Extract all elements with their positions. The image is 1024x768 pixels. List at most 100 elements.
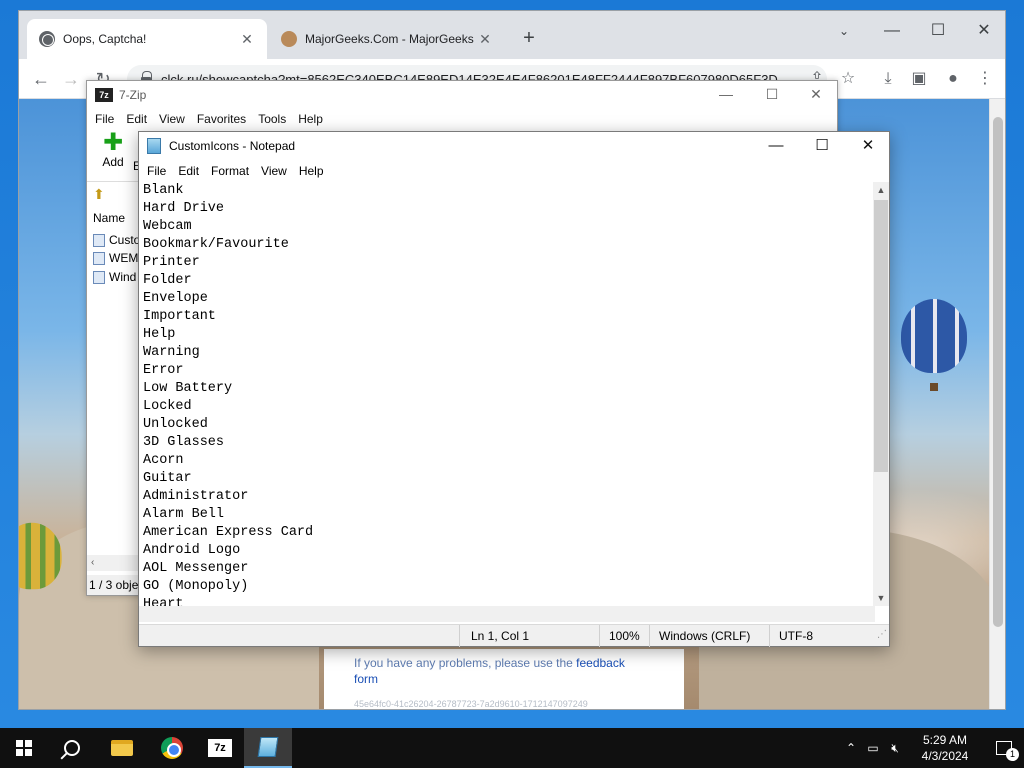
folder-up-icon[interactable]: ⬆ (93, 186, 105, 203)
text-line: Alarm Bell (143, 507, 225, 522)
clock[interactable]: 5:29 AM 4/3/2024 (906, 732, 984, 764)
minimize-button[interactable]: — (869, 17, 915, 45)
menu-file[interactable]: File (141, 164, 172, 178)
tab-title: Oops, Captcha! (63, 32, 147, 46)
folder-icon (111, 740, 133, 756)
text-line: Administrator (143, 489, 249, 504)
notepad-window: CustomIcons - Notepad — ☐ ✕ File Edit Fo… (138, 131, 890, 647)
menu-help[interactable]: Help (292, 112, 329, 126)
menu-edit[interactable]: Edit (172, 164, 205, 178)
maximize-button[interactable]: ☐ (749, 81, 795, 109)
text-line: Unlocked (143, 417, 208, 432)
line-ending: Windows (CRLF) (659, 629, 751, 643)
column-header-name[interactable]: Name (93, 211, 125, 225)
horizontal-scrollbar[interactable]: ‹ (87, 555, 139, 571)
sevenzip-menubar: File Edit View Favorites Tools Help (87, 109, 837, 129)
file-icon (93, 251, 105, 265)
scroll-down-icon[interactable]: ▼ (873, 590, 889, 606)
notification-button[interactable]: 1 (984, 741, 1024, 761)
scroll-up-icon[interactable]: ▲ (873, 182, 889, 198)
menu-view[interactable]: View (255, 164, 293, 178)
taskbar-7zip[interactable]: 7z (196, 728, 244, 768)
text-line: Guitar (143, 471, 192, 486)
side-panel-icon[interactable]: ▣ (905, 65, 933, 93)
profile-icon[interactable]: ● (939, 65, 967, 93)
tab-captcha[interactable]: Oops, Captcha! ✕ (27, 19, 267, 59)
sevenzip-icon: 7z (208, 739, 232, 757)
close-button[interactable]: ✕ (961, 17, 1005, 45)
text-line: AOL Messenger (143, 561, 249, 576)
notepad-icon (147, 138, 161, 154)
status-bar: 1 / 3 obje (87, 575, 139, 595)
menu-format[interactable]: Format (205, 164, 255, 178)
menu-edit[interactable]: Edit (120, 112, 153, 126)
scroll-thumb[interactable] (874, 200, 888, 472)
text-line: Envelope (143, 291, 208, 306)
clock-time: 5:29 AM (922, 733, 968, 747)
menu-favorites[interactable]: Favorites (191, 112, 252, 126)
new-tab-button[interactable]: + (517, 27, 541, 51)
windows-icon (16, 740, 32, 756)
minimize-button[interactable]: — (753, 132, 799, 160)
taskbar-file-explorer[interactable] (98, 728, 146, 768)
add-label: Add (102, 155, 124, 169)
chevron-up-icon[interactable]: ⌃ (840, 741, 862, 755)
chrome-icon (161, 737, 183, 759)
menu-file[interactable]: File (89, 112, 120, 126)
file-icon (93, 233, 105, 247)
list-item[interactable]: WEM (93, 251, 138, 265)
balloon-image (901, 299, 967, 391)
text-line: Error (143, 363, 184, 378)
text-line: Webcam (143, 219, 192, 234)
taskbar: 7z ⌃ ▭ 🔇︎ 5:29 AM 4/3/2024 1 (0, 728, 1024, 768)
forward-button[interactable]: → (57, 65, 85, 93)
feedback-link[interactable]: feedback (576, 656, 625, 670)
back-button[interactable]: ← (27, 65, 55, 93)
notepad-menubar: File Edit Format View Help (139, 160, 889, 182)
volume-muted-icon[interactable]: 🔇︎ (884, 741, 906, 756)
feedback-text: If you have any problems, please use the… (354, 656, 625, 686)
close-icon[interactable]: ✕ (477, 31, 493, 48)
maximize-button[interactable]: ☐ (915, 17, 961, 45)
menu-view[interactable]: View (153, 112, 191, 126)
resize-grip-icon[interactable]: ⋰ (877, 629, 887, 640)
taskbar-chrome[interactable] (148, 728, 196, 768)
search-button[interactable] (48, 728, 96, 768)
text-line: Folder (143, 273, 192, 288)
network-icon[interactable]: ▭ (862, 741, 884, 755)
list-item[interactable]: Custo (93, 233, 140, 247)
close-button[interactable]: ✕ (793, 81, 839, 109)
feedback-form-link[interactable]: form (354, 672, 378, 686)
menu-icon[interactable]: ⋮ (971, 65, 999, 93)
globe-icon (39, 31, 55, 47)
text-line: GO (Monopoly) (143, 579, 249, 594)
tab-majorgeeks[interactable]: MajorGeeks.Com - MajorGeeks ✕ (269, 19, 505, 59)
start-button[interactable] (0, 728, 48, 768)
zoom-level: 100% (609, 629, 640, 643)
tab-search-icon[interactable]: ⌄ (821, 17, 867, 45)
list-item[interactable]: Wind (93, 270, 136, 284)
notepad-icon (257, 737, 279, 757)
horizontal-scrollbar[interactable] (139, 606, 875, 622)
download-icon[interactable]: ⤓ (874, 65, 902, 93)
vertical-scrollbar[interactable]: ▲ ▼ (873, 182, 889, 606)
request-id: 45e64fc0-41c26204-26787723-7a2d9610-1712… (354, 699, 588, 709)
sevenzip-logo-icon: 7z (95, 88, 113, 102)
text-editor-area[interactable]: Blank Hard Drive Webcam Bookmark/Favourite P… (139, 182, 875, 606)
system-tray: ⌃ ▭ 🔇︎ 5:29 AM 4/3/2024 1 (840, 728, 1024, 768)
majorgeeks-icon (281, 31, 297, 47)
sevenzip-title: 7-Zip (119, 88, 147, 102)
close-button[interactable]: ✕ (845, 132, 891, 160)
page-scrollbar[interactable] (989, 99, 1005, 709)
cursor-position: Ln 1, Col 1 (471, 629, 530, 643)
text-line: 3D Glasses (143, 435, 225, 450)
minimize-button[interactable]: — (703, 81, 749, 109)
menu-help[interactable]: Help (293, 164, 330, 178)
text-line: Blank (143, 183, 184, 198)
menu-tools[interactable]: Tools (252, 112, 292, 126)
close-icon[interactable]: ✕ (239, 31, 255, 48)
add-button[interactable]: ✚ Add (87, 131, 139, 175)
text-line: Printer (143, 255, 200, 270)
taskbar-notepad[interactable] (244, 728, 292, 768)
maximize-button[interactable]: ☐ (799, 132, 845, 160)
